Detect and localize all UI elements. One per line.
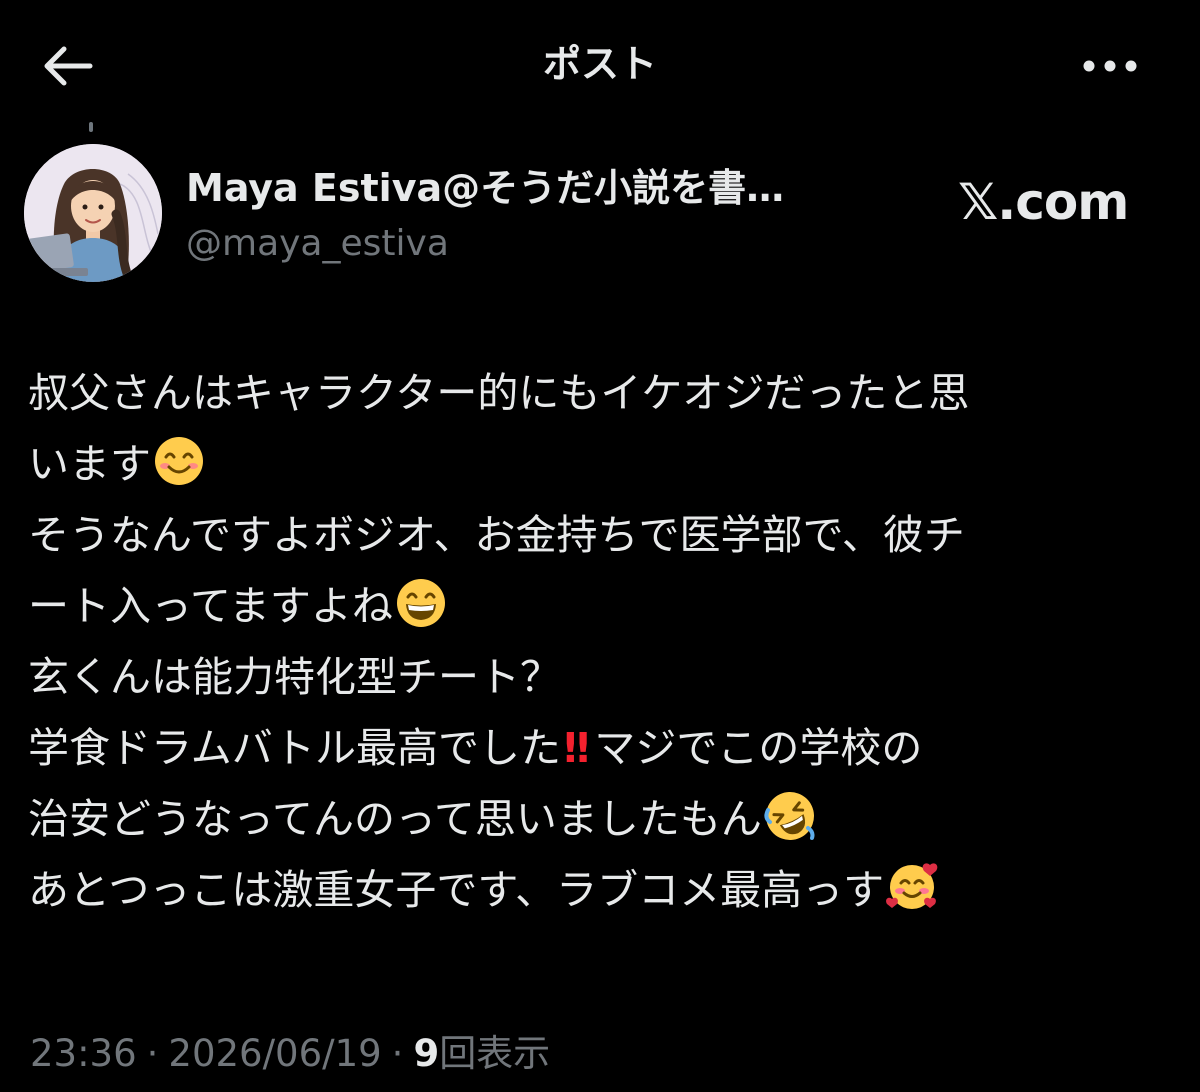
back-button[interactable] [36, 40, 100, 92]
tweet-line-text: 治安どうなってんのって思いましたもん [28, 795, 762, 843]
tweet-line-text: あとつっこは激重女子です、ラブコメ最高っす [28, 866, 885, 914]
tweet-line-text: そうなんですよボジオ、お金持ちで医学部で、彼チ [28, 511, 965, 559]
tweet-line: 治安どうなってんのって思いましたもん [28, 784, 1178, 855]
more-horizontal-icon [1083, 60, 1137, 72]
rolling-laughing-face-icon [764, 792, 815, 840]
tweet-text: 叔父さんはキャラクター的にもイケオジだったと思 います そうなんですよボジオ、お… [28, 358, 1178, 926]
views-label: 回表示 [439, 1032, 551, 1075]
tweet-line-text: ート入ってますよね [28, 582, 393, 630]
x-com-watermark: 𝕏.com [958, 170, 1129, 234]
smiling-face-icon [155, 437, 203, 485]
watermark-text: 𝕏.com [958, 173, 1129, 231]
avatar[interactable] [24, 144, 162, 282]
meta-separator: · [391, 1032, 404, 1075]
post-date[interactable]: 2026/06/19 [168, 1032, 381, 1075]
grinning-face-icon [396, 579, 445, 627]
meta-separator: · [146, 1032, 159, 1075]
top-bar: ポスト [0, 0, 1200, 130]
tweet-line-text: 叔父さんはキャラクター的にもイケオジだったと思 [28, 369, 970, 417]
avatar-illustration [24, 144, 162, 282]
views-count: 9 [413, 1032, 440, 1075]
smiling-face-with-hearts-icon [886, 863, 938, 909]
tweet-line: あとつっこは激重女子です、ラブコメ最高っす [28, 855, 1178, 926]
tweet-line: 学食ドラムバトル最高でした!! マジでこの学校の [28, 713, 1178, 784]
more-button[interactable] [1078, 46, 1142, 86]
tweet-line: ート入ってますよね [28, 571, 1178, 642]
tweet-line: 玄くんは能力特化型チート？ [28, 642, 1178, 713]
tweet-line-text: います [28, 440, 151, 488]
author-display-name[interactable]: Maya Estiva@そうだ小説を書… [186, 166, 784, 210]
arrow-left-icon [44, 46, 93, 86]
thread-connector [89, 122, 93, 132]
author-handle[interactable]: @maya_estiva [186, 222, 449, 266]
tweet-line: そうなんですよボジオ、お金持ちで医学部で、彼チ [28, 500, 1178, 571]
tweet-line-text: 玄くんは能力特化型チート？ [28, 653, 561, 701]
post-time[interactable]: 23:36 [30, 1032, 137, 1075]
tweet-line: います [28, 429, 1178, 500]
page-title: ポスト [542, 42, 657, 86]
post-meta: 23:36 · 2026/06/19 · 9回表示 [30, 1028, 550, 1080]
tweet-line-text: 学食ドラムバトル最高でした [28, 724, 561, 772]
tweet-line: 叔父さんはキャラクター的にもイケオジだったと思 [28, 358, 1178, 429]
double-exclamation-icon: !! [561, 724, 593, 772]
tweet-line-text: マジでこの学校の [594, 724, 923, 772]
